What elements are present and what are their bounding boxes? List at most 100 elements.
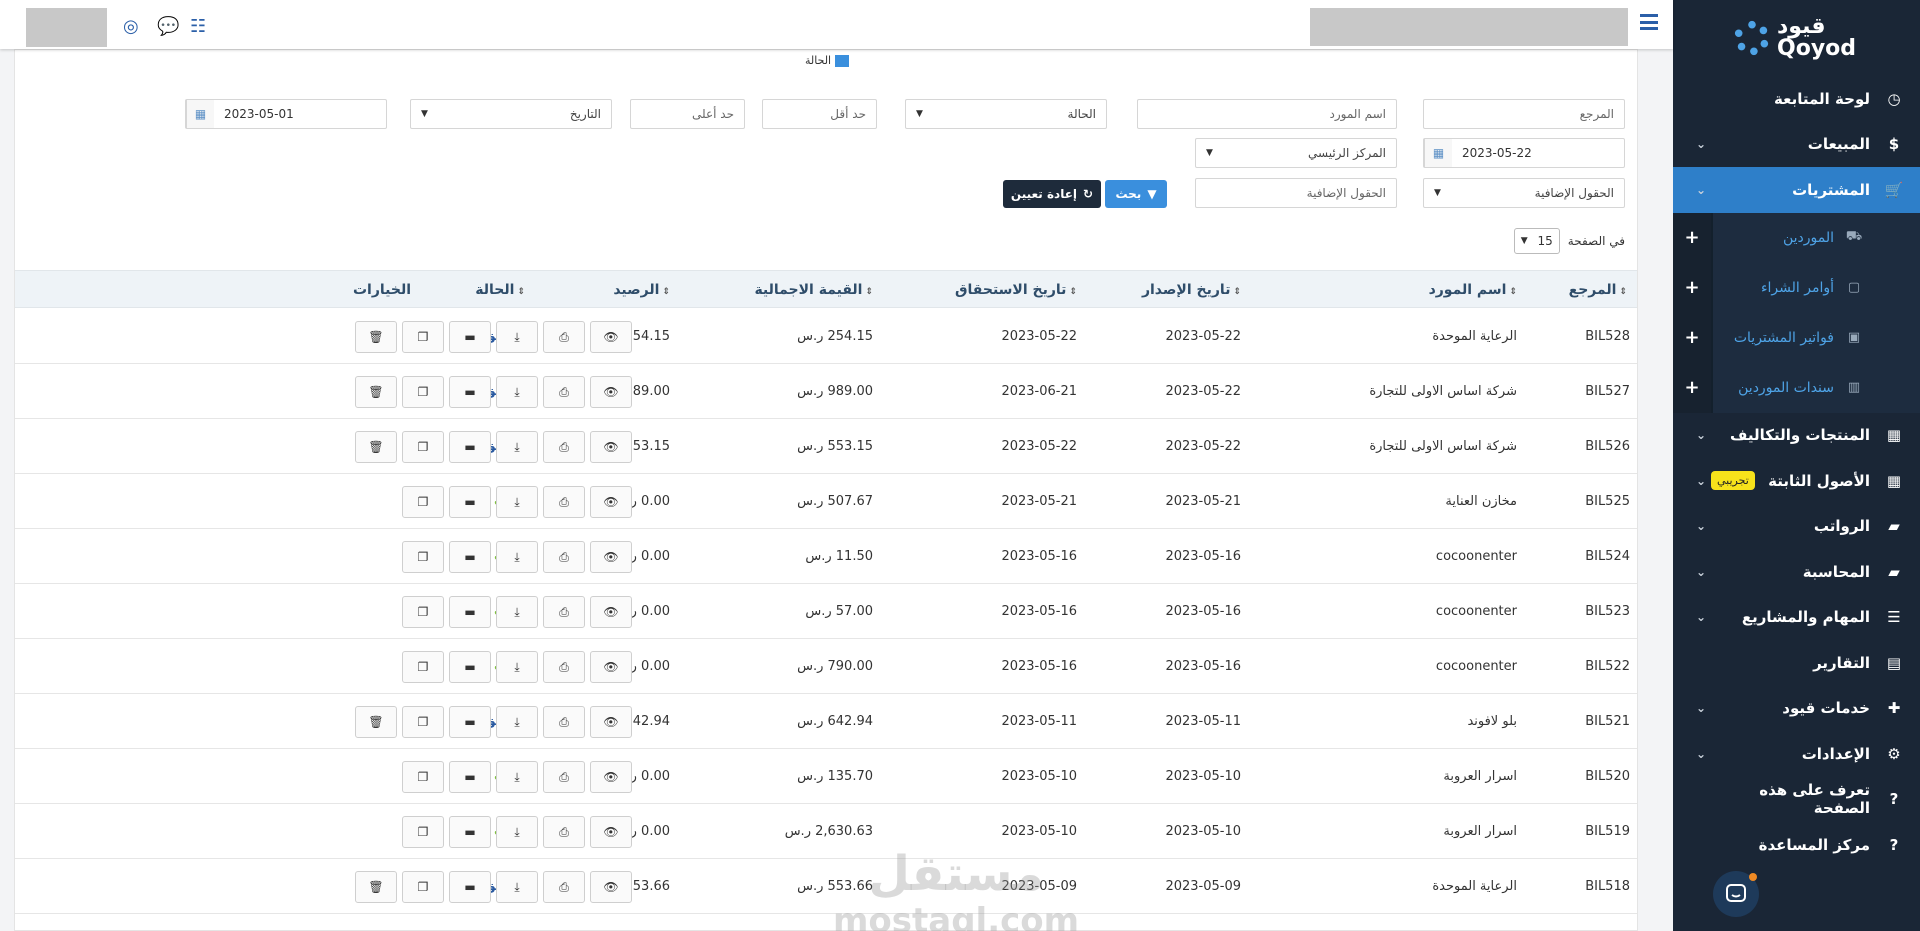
payment-button[interactable]: ▬ [449,816,491,848]
view-button[interactable]: 👁 [590,376,632,408]
chat-icon[interactable]: 💬 [157,16,179,37]
payment-button[interactable]: ▬ [449,486,491,518]
date-to-input[interactable]: ▦ 2023-05-22 [1423,138,1625,168]
extra-fields-input[interactable]: الحقول الإضافية [1195,178,1397,208]
cell-reference[interactable]: BIL526 [1585,419,1630,474]
min-amount-input[interactable]: حد أقل [762,99,877,129]
lifebuoy-icon[interactable]: ◎ [123,16,139,37]
print-button[interactable]: ⎙ [543,761,585,793]
payment-button[interactable]: ▬ [449,376,491,408]
date-from-input[interactable]: ▦ 2023-05-01 [185,99,387,129]
download-button[interactable]: ⤓ [496,761,538,793]
view-button[interactable]: 👁 [590,596,632,628]
download-button[interactable]: ⤓ [496,376,538,408]
copy-button[interactable]: ❐ [402,321,444,353]
delete-button[interactable]: 🗑 [355,431,397,463]
print-button[interactable]: ⎙ [543,486,585,518]
sidebar-item-7[interactable]: ☰ المهام والمشاريع ⌄ [1673,595,1920,641]
cell-reference[interactable]: BIL520 [1585,749,1630,804]
sidebar-item-10[interactable]: ⚙ الإعدادات ⌄ [1673,731,1920,777]
sidebar-item-6[interactable]: ▰ المحاسبة ⌄ [1673,549,1920,595]
copy-button[interactable]: ❐ [402,761,444,793]
payment-button[interactable]: ▬ [449,761,491,793]
view-button[interactable]: 👁 [590,816,632,848]
reference-input[interactable]: المرجع [1423,99,1625,129]
copy-button[interactable]: ❐ [402,706,444,738]
add-icon[interactable]: + [1673,262,1711,313]
print-button[interactable]: ⎙ [543,871,585,903]
copy-button[interactable]: ❐ [402,596,444,628]
download-button[interactable]: ⤓ [496,321,538,353]
sidebar-item-8[interactable]: ▤ التقارير [1673,640,1920,686]
th-issue-date[interactable]: ⇕تاريخ الإصدار [1142,271,1241,309]
th-status[interactable]: ⇕الحالة [475,271,525,309]
payment-button[interactable]: ▬ [449,321,491,353]
payment-button[interactable]: ▬ [449,871,491,903]
sidebar-item-9[interactable]: ✚ خدمات قيود ⌄ [1673,686,1920,732]
sidebar-item-12[interactable]: ? مركز المساعدة [1673,822,1920,868]
th-supplier[interactable]: ⇕اسم المورد [1429,271,1517,309]
copy-button[interactable]: ❐ [402,486,444,518]
copy-button[interactable]: ❐ [402,871,444,903]
payment-button[interactable]: ▬ [449,651,491,683]
payment-button[interactable]: ▬ [449,541,491,573]
th-due-date[interactable]: ⇕تاريخ الاستحقاق [955,271,1077,309]
sidebar-item-4[interactable]: ▦ الأصول الثابتة تجريبي ⌄ [1673,458,1920,504]
th-total[interactable]: ⇕القيمة الاجمالية [754,271,873,309]
add-icon[interactable]: + [1673,362,1711,413]
view-button[interactable]: 👁 [590,651,632,683]
menu-toggle-icon[interactable] [1640,14,1658,30]
download-button[interactable]: ⤓ [496,706,538,738]
payment-button[interactable]: ▬ [449,596,491,628]
delete-button[interactable]: 🗑 [355,376,397,408]
delete-button[interactable]: 🗑 [355,871,397,903]
add-icon[interactable]: + [1673,212,1711,263]
download-button[interactable]: ⤓ [496,486,538,518]
print-button[interactable]: ⎙ [543,706,585,738]
extra-fields-select[interactable]: الحقول الإضافية ▼ [1423,178,1625,208]
copy-button[interactable]: ❐ [402,376,444,408]
max-amount-input[interactable]: حد أعلى [630,99,745,129]
cell-reference[interactable]: BIL522 [1585,639,1630,694]
date-type-select[interactable]: التاريخ ▼ [410,99,612,129]
sidebar-item-0[interactable]: ◷ لوحة المتابعة [1673,76,1920,122]
per-page-select[interactable]: 15 ▼ [1513,228,1560,254]
download-button[interactable]: ⤓ [496,651,538,683]
support-chat-button[interactable] [1713,871,1759,917]
download-button[interactable]: ⤓ [496,596,538,628]
add-icon[interactable]: + [1673,312,1711,363]
th-balance[interactable]: ⇕الرصيد [613,271,670,309]
delete-button[interactable]: 🗑 [355,321,397,353]
cell-reference[interactable]: BIL524 [1585,529,1630,584]
view-button[interactable]: 👁 [590,321,632,353]
submenu-item-3[interactable]: ▥ سندات الموردين + [1673,362,1920,413]
payment-button[interactable]: ▬ [449,706,491,738]
sidebar-item-1[interactable]: $ المبيعات ⌄ [1673,122,1920,168]
list-icon[interactable]: ☷ [190,16,206,37]
sidebar-item-2[interactable]: 🛒 المشتريات ⌄ [1673,167,1920,213]
view-button[interactable]: 👁 [590,706,632,738]
view-button[interactable]: 👁 [590,761,632,793]
copy-button[interactable]: ❐ [402,651,444,683]
print-button[interactable]: ⎙ [543,431,585,463]
cell-reference[interactable]: BIL523 [1585,584,1630,639]
download-button[interactable]: ⤓ [496,431,538,463]
cell-reference[interactable]: BIL519 [1585,804,1630,859]
sidebar-item-11[interactable]: ? تعرف على هذه الصفحة [1673,777,1920,823]
supplier-input[interactable]: اسم المورد [1137,99,1397,129]
print-button[interactable]: ⎙ [543,541,585,573]
print-button[interactable]: ⎙ [543,596,585,628]
print-button[interactable]: ⎙ [543,321,585,353]
copy-button[interactable]: ❐ [402,431,444,463]
cell-reference[interactable]: BIL525 [1585,474,1630,529]
print-button[interactable]: ⎙ [543,651,585,683]
brand-logo[interactable]: قيود Qoyod [1673,0,1920,76]
sidebar-item-5[interactable]: ▰ الرواتب ⌄ [1673,504,1920,550]
print-button[interactable]: ⎙ [543,816,585,848]
print-button[interactable]: ⎙ [543,376,585,408]
delete-button[interactable]: 🗑 [355,706,397,738]
cost-center-select[interactable]: المركز الرئيسي ▼ [1195,138,1397,168]
download-button[interactable]: ⤓ [496,541,538,573]
submenu-item-1[interactable]: ▢ أوامر الشراء + [1673,262,1920,313]
cell-reference[interactable]: BIL527 [1585,364,1630,419]
